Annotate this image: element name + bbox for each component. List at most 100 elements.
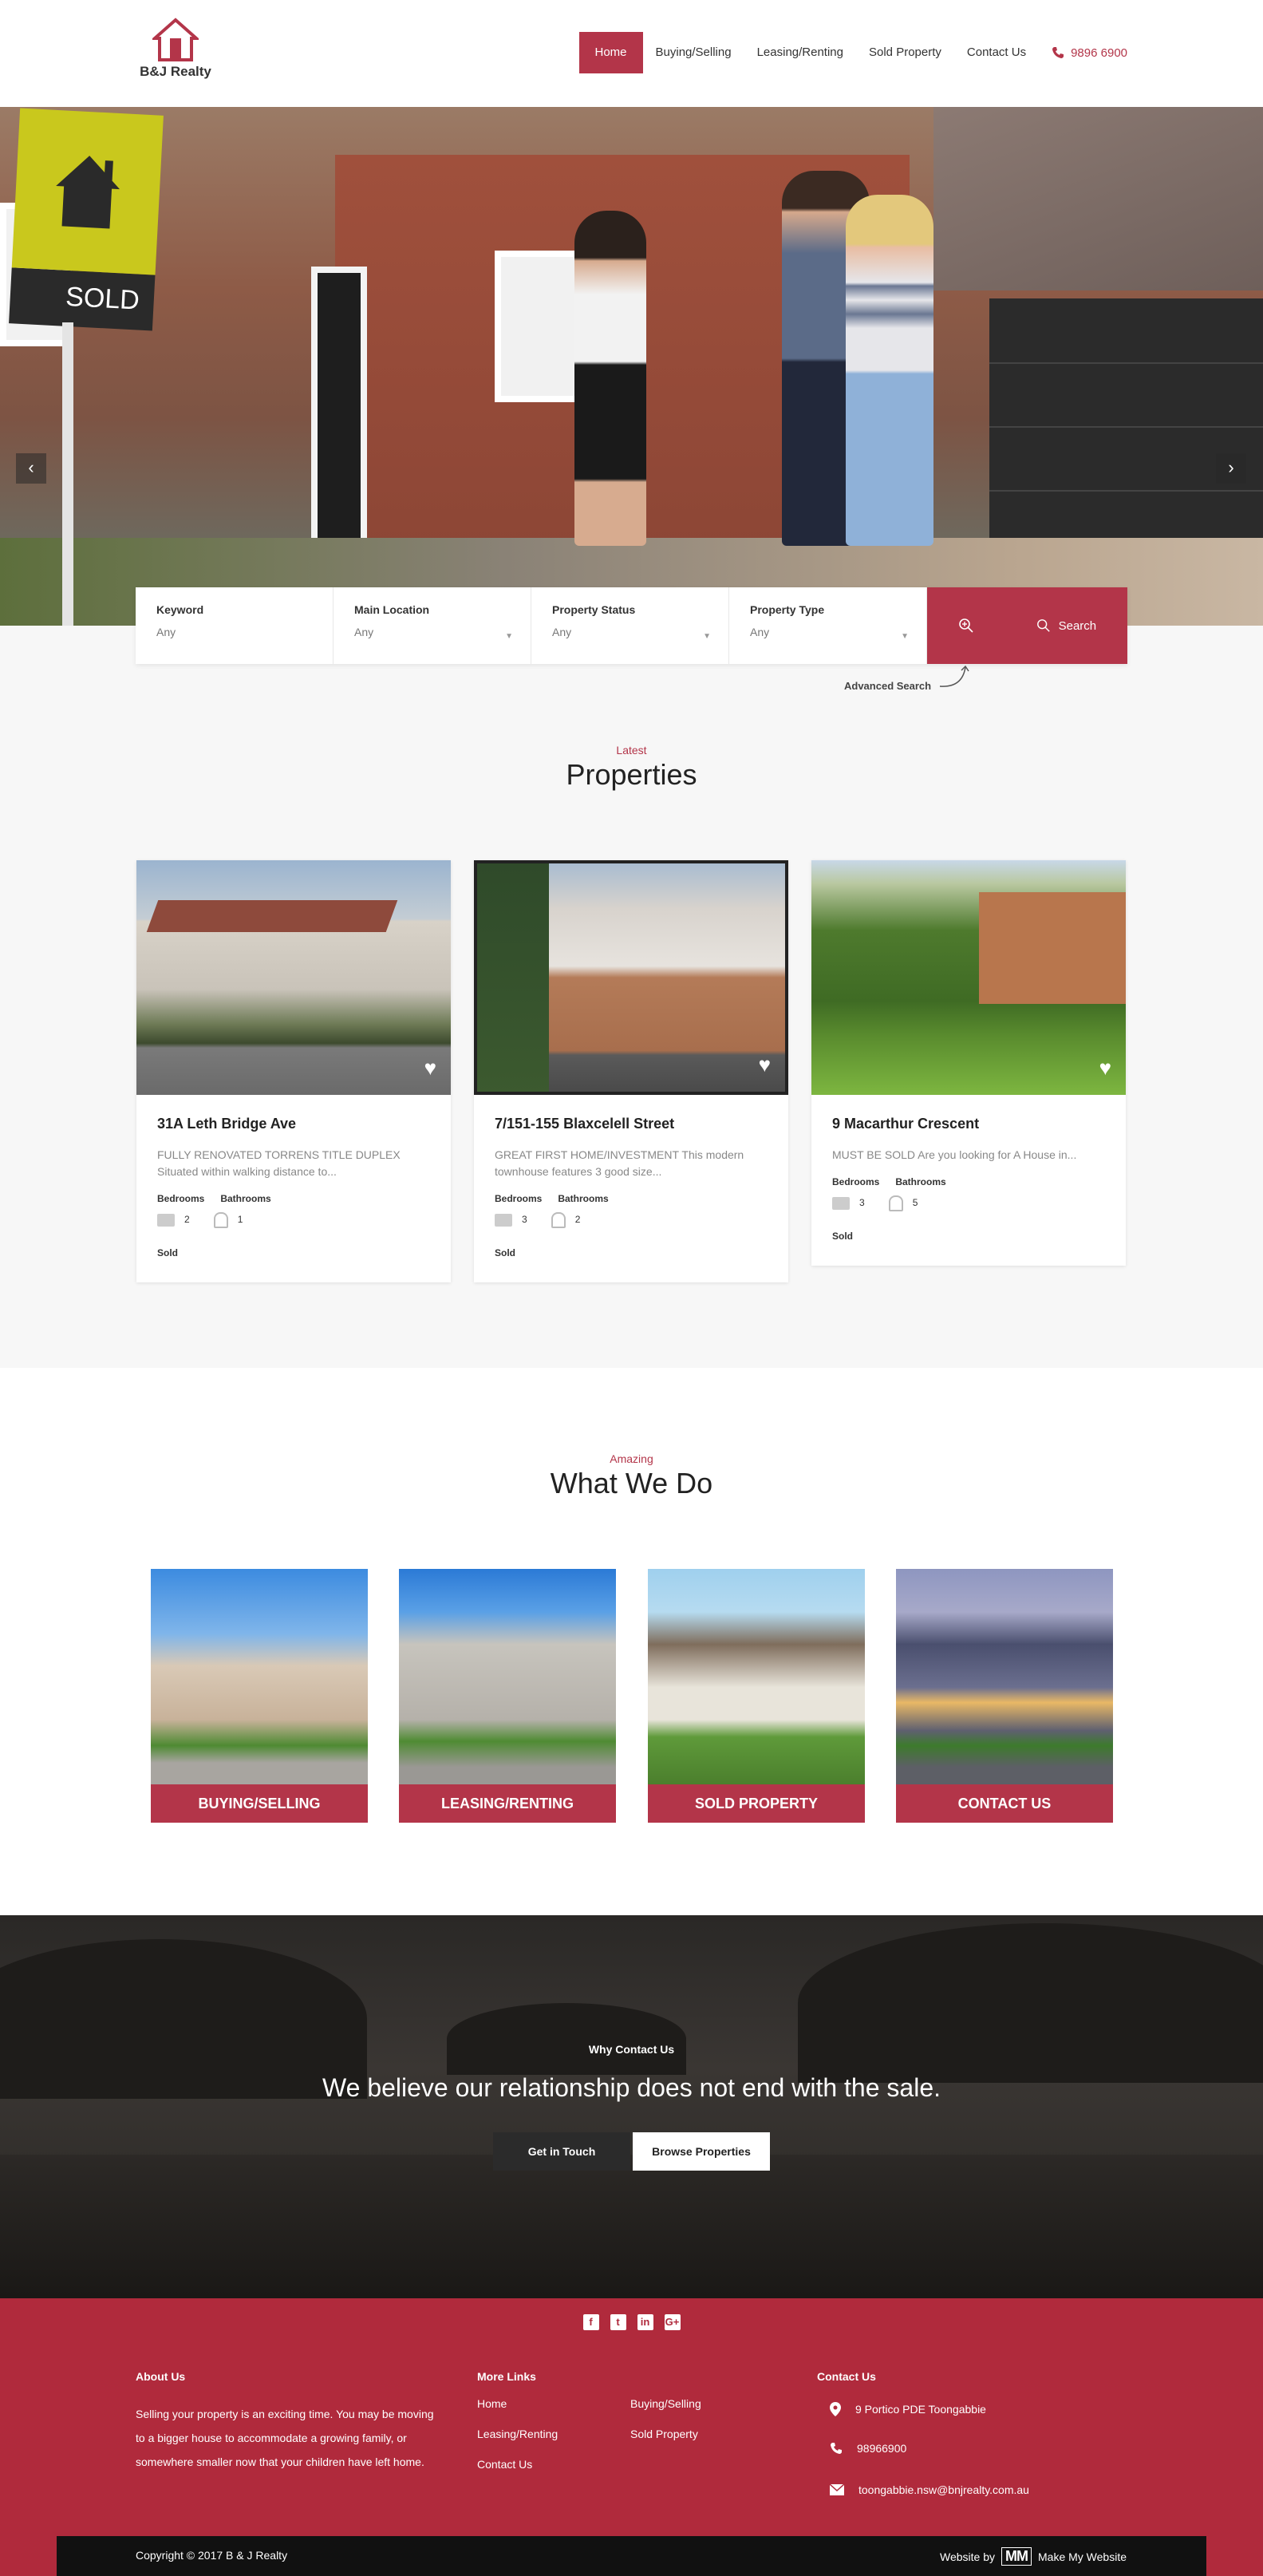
nav-phone-number: 9896 6900 [1071,45,1127,60]
advanced-search-link[interactable]: Advanced Search [844,665,969,692]
favorite-heart-icon[interactable]: ♥ [1099,1056,1111,1081]
slider-prev-button[interactable]: ‹ [16,453,46,484]
service-label[interactable]: LEASING/RENTING [399,1784,616,1823]
nav-sold-property[interactable]: Sold Property [856,32,954,73]
property-card[interactable]: ♥ 31A Leth Bridge Ave FULLY RENOVATED TO… [136,860,451,1282]
make-my-website-logo[interactable]: MM [1001,2547,1032,2566]
latest-title: Properties [566,758,697,791]
bedrooms-label: Bedrooms [832,1176,880,1187]
property-image[interactable]: ♥ [136,860,451,1095]
phone-icon [1052,47,1064,58]
property-status: Sold [495,1247,515,1258]
sold-sign-text: SOLD [9,267,156,331]
more-links-heading: More Links [477,2370,536,2383]
footer-bottom-bar: Copyright © 2017 B & J Realty Website by… [57,2536,1206,2576]
bedrooms-label: Bedrooms [157,1193,205,1204]
property-title[interactable]: 7/151-155 Blaxcelell Street [495,1116,768,1132]
chevron-down-icon: ▼ [901,632,909,641]
hero-roof [933,107,1263,290]
footer-link-home[interactable]: Home [477,2397,507,2410]
bathrooms-count: 1 [237,1214,243,1226]
property-card[interactable]: ♥ 7/151-155 Blaxcelell Street GREAT FIRS… [474,860,788,1282]
bathrooms-label: Bathrooms [220,1193,271,1204]
search-icon [1036,619,1050,632]
house-icon [56,156,120,229]
property-status: Sold [832,1231,853,1242]
favorite-heart-icon[interactable]: ♥ [759,1053,771,1077]
chevron-down-icon: ▼ [703,632,711,641]
footer-link-leasing-renting[interactable]: Leasing/Renting [477,2428,558,2440]
sign-pole [62,322,73,626]
copyright-text: Copyright © 2017 B & J Realty [136,2549,288,2562]
status-select[interactable]: Property Status Any ▼ [531,587,729,664]
keyword-input[interactable]: Any [156,626,312,638]
google-plus-icon[interactable]: G+ [664,2314,681,2330]
nav-contact-us[interactable]: Contact Us [954,32,1039,73]
browse-properties-button[interactable]: Browse Properties [633,2132,770,2171]
service-label[interactable]: CONTACT US [896,1784,1113,1823]
website-by-label: Website by [940,2550,995,2563]
what-we-do-kicker: Amazing [610,1452,653,1465]
hero-person-woman-2 [846,195,933,546]
location-select[interactable]: Main Location Any ▼ [334,587,531,664]
property-image[interactable]: ♥ [811,860,1126,1095]
chevron-down-icon: ▼ [505,632,513,641]
nav-leasing-renting[interactable]: Leasing/Renting [744,32,856,73]
why-contact-section [0,1915,1263,2298]
footer-link-sold-property[interactable]: Sold Property [630,2428,698,2440]
service-buying-selling[interactable]: BUYING/SELLING [151,1569,368,1823]
twitter-icon[interactable]: t [610,2314,626,2330]
service-label[interactable]: BUYING/SELLING [151,1784,368,1823]
footer-email[interactable]: toongabbie.nsw@bnjrealty.com.au [830,2483,1029,2496]
type-select[interactable]: Property Type Any ▼ [729,587,927,664]
site-footer: f t in G+ About Us Selling your property… [0,2298,1263,2576]
why-title: We believe our relationship does not end… [322,2073,941,2102]
hero-slider: SOLD ‹ › [0,107,1263,626]
nav-phone-link[interactable]: 9896 6900 [1039,46,1127,60]
service-image [648,1569,865,1784]
social-links: f t in G+ [0,2314,1263,2330]
curved-arrow-icon [939,665,969,687]
property-title[interactable]: 31A Leth Bridge Ave [157,1116,430,1132]
keyword-field[interactable]: Keyword Any [136,587,334,664]
get-in-touch-button[interactable]: Get in Touch [493,2132,630,2171]
footer-link-contact-us[interactable]: Contact Us [477,2458,532,2471]
property-title[interactable]: 9 Macarthur Crescent [832,1116,1105,1132]
status-label: Property Status [552,603,636,616]
service-contact-us[interactable]: CONTACT US [896,1569,1113,1823]
linkedin-icon[interactable]: in [637,2314,653,2330]
nav-buying-selling[interactable]: Buying/Selling [643,32,744,73]
website-credit[interactable]: Website by MM Make My Website [940,2547,1127,2566]
service-leasing-renting[interactable]: LEASING/RENTING [399,1569,616,1823]
location-value: Any [354,626,374,638]
bedrooms-count: 3 [859,1197,865,1209]
bed-icon [157,1214,175,1227]
envelope-icon [830,2484,844,2495]
what-we-do-title: What We Do [550,1467,713,1499]
site-logo[interactable]: B&J Realty [136,18,215,89]
facebook-icon[interactable]: f [582,2314,599,2330]
maker-name[interactable]: Make My Website [1038,2550,1127,2563]
phone-icon [831,2443,842,2454]
nav-home[interactable]: Home [578,32,643,73]
bed-icon [495,1214,512,1227]
footer-phone[interactable]: 98966900 [830,2442,906,2455]
keyword-label: Keyword [156,603,204,616]
favorite-heart-icon[interactable]: ♥ [424,1056,436,1081]
service-label[interactable]: SOLD PROPERTY [648,1784,865,1823]
bathrooms-count: 2 [574,1214,581,1226]
bedrooms-count: 2 [184,1214,190,1226]
bedrooms-label: Bedrooms [495,1193,543,1204]
property-image[interactable]: ♥ [474,860,788,1095]
bathrooms-label: Bathrooms [895,1176,946,1187]
footer-link-buying-selling[interactable]: Buying/Selling [630,2397,701,2410]
property-status: Sold [157,1247,178,1258]
map-pin-icon [830,2402,841,2416]
search-button[interactable]: Search [927,587,1127,664]
hero-window [495,251,582,402]
slider-next-button[interactable]: › [1216,453,1246,484]
zoom-in-icon[interactable] [958,618,974,634]
service-sold-property[interactable]: SOLD PROPERTY [648,1569,865,1823]
property-description: MUST BE SOLD Are you looking for A House… [832,1148,1077,1161]
property-card[interactable]: ♥ 9 Macarthur Crescent MUST BE SOLD Are … [811,860,1126,1266]
